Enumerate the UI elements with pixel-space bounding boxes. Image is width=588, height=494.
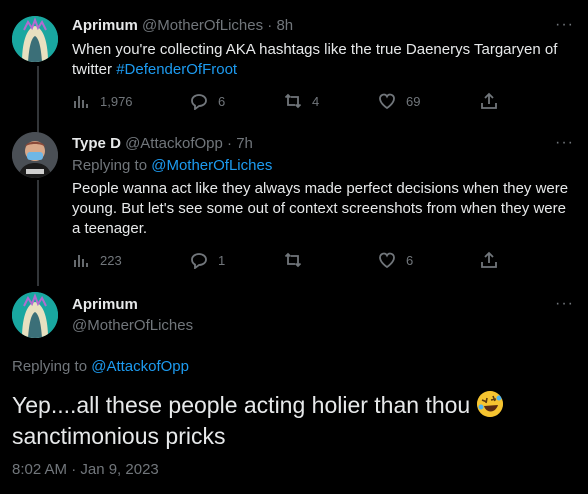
share-icon [481, 92, 497, 109]
replying-to: Replying to @AttackofOpp [12, 358, 189, 375]
tweet-time[interactable]: · 7h [227, 135, 253, 152]
reply-button[interactable]: 1 [190, 251, 225, 269]
reply-button[interactable]: 6 [190, 92, 225, 110]
author-name[interactable]: Type D [72, 135, 121, 152]
tweet-timestamp[interactable]: 8:02 AM · Jan 9, 2023 [12, 461, 159, 478]
author-handle[interactable]: @MotherOfLiches [142, 17, 263, 34]
replying-to-handle[interactable]: @MotherOfLiches [151, 157, 272, 174]
like-count: 69 [406, 93, 421, 109]
retweet-button[interactable]: 4 [284, 92, 319, 110]
share-button[interactable] [480, 92, 498, 110]
reply-icon [191, 253, 207, 269]
tweet-header: Aprimum @MotherOfLiches · 8h [72, 17, 293, 34]
retweet-count: 4 [312, 93, 320, 109]
avatar[interactable] [12, 292, 58, 338]
views-icon [74, 255, 88, 267]
author-handle[interactable]: @MotherOfLiches [72, 317, 193, 334]
tweet-actions: 223 1 6 [72, 251, 502, 271]
tweet-text: People wanna act like they always made p… [72, 180, 569, 237]
tweet-text: Yep....all these people acting holier th… [12, 390, 572, 452]
views-count: 1,976 [100, 93, 133, 109]
retweet-icon [284, 252, 302, 268]
retweet-icon [284, 93, 302, 109]
views-icon [74, 96, 88, 108]
tweet-actions: 1,976 6 4 69 [72, 92, 502, 112]
heart-icon [379, 93, 395, 110]
avatar[interactable] [12, 16, 58, 62]
reply-icon [191, 94, 207, 110]
tweet-text-continued: sanctimonious pricks [12, 423, 226, 449]
like-button[interactable]: 6 [378, 251, 413, 269]
thread-line [37, 180, 39, 286]
author-handle[interactable]: @AttackofOpp [125, 135, 223, 152]
thread-line [37, 66, 39, 134]
reply-count: 6 [218, 93, 226, 109]
reply-count: 1 [218, 252, 226, 268]
replying-to-label: Replying to [12, 358, 92, 375]
tweet-header: Type D @AttackofOpp · 7h [72, 135, 253, 152]
views-button[interactable]: 1,976 [72, 92, 133, 110]
tweet-text-main: Yep....all these people acting holier th… [12, 392, 471, 418]
more-options-button[interactable]: ··· [555, 295, 574, 313]
retweet-button[interactable] [284, 251, 312, 269]
replying-to: Replying to @MotherOfLiches [72, 157, 272, 174]
tweet-time[interactable]: · 8h [267, 17, 293, 34]
replying-to-label: Replying to [72, 157, 152, 174]
avatar[interactable] [12, 132, 58, 178]
more-options-button[interactable]: ··· [555, 134, 574, 152]
author-name[interactable]: Aprimum [72, 17, 138, 34]
share-icon [481, 251, 497, 268]
heart-icon [379, 252, 395, 269]
more-options-button[interactable]: ··· [555, 16, 574, 34]
author-name[interactable]: Aprimum [72, 296, 138, 313]
tweet-text: When you're collecting AKA hashtags like… [72, 40, 572, 80]
share-button[interactable] [480, 251, 498, 269]
views-count: 223 [100, 252, 122, 268]
rolling-on-floor-laughing-emoji-icon [476, 391, 503, 417]
like-button[interactable]: 69 [378, 92, 420, 110]
hashtag-link[interactable]: #DefenderOfFroot [116, 61, 237, 78]
replying-to-handle[interactable]: @AttackofOpp [91, 358, 189, 375]
views-button[interactable]: 223 [72, 251, 122, 269]
like-count: 6 [406, 252, 414, 268]
